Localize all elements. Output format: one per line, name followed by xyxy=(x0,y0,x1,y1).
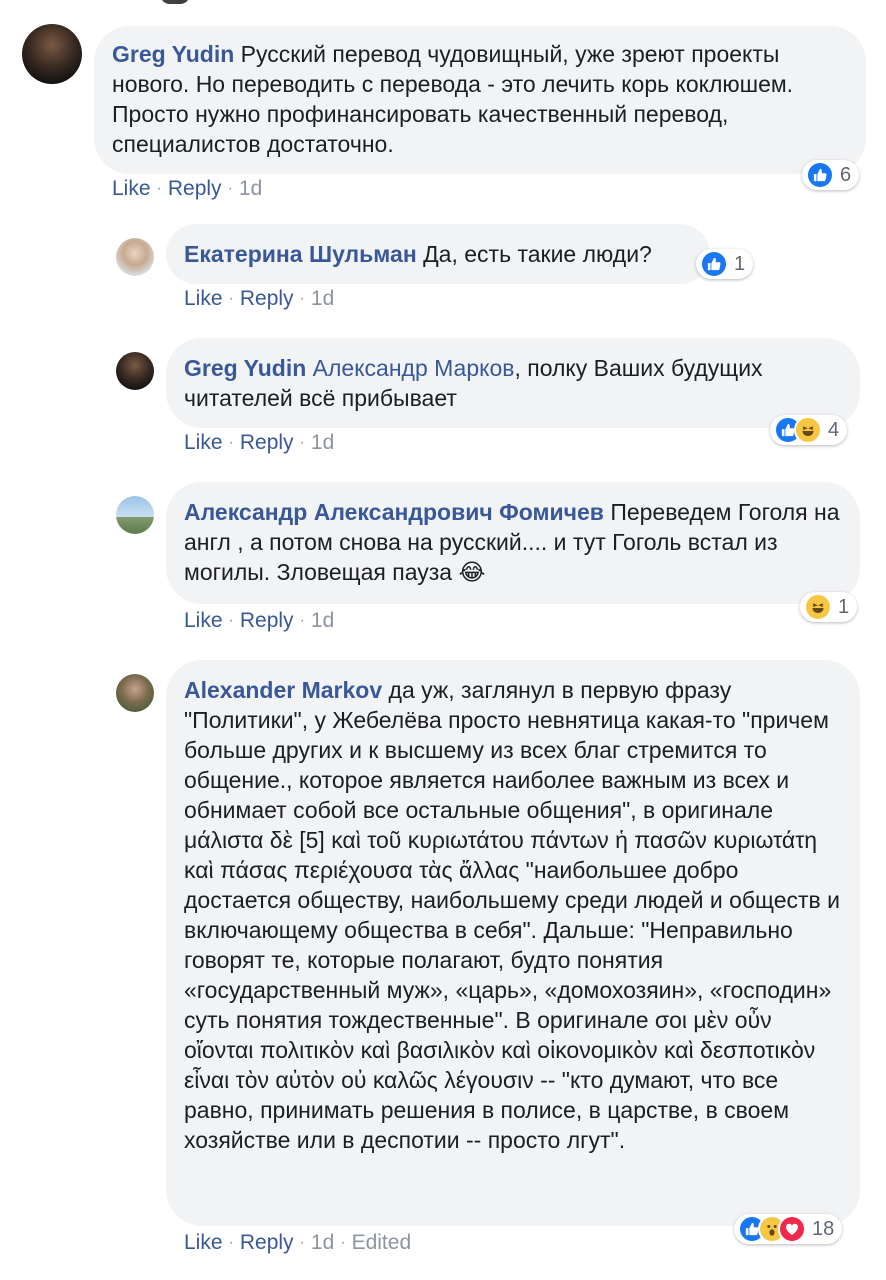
separator-dot: · xyxy=(227,180,233,197)
comment-text: да уж, заглянул в первую фразу "Политики… xyxy=(184,677,840,1153)
like-link[interactable]: Like xyxy=(112,177,151,200)
reaction-summary[interactable]: 1 xyxy=(696,249,754,279)
author-name[interactable]: Александр Александрович Фомичев xyxy=(184,499,604,525)
timestamp[interactable]: 1d xyxy=(311,609,334,632)
comment-actions: Like · Reply · 1d xyxy=(184,609,334,633)
reply-link[interactable]: Reply xyxy=(240,1231,294,1254)
separator-dot: · xyxy=(228,290,234,307)
tears-of-joy-emoji-icon: 😂 xyxy=(458,559,486,585)
like-link[interactable]: Like xyxy=(184,431,223,454)
haha-reaction-icon xyxy=(794,416,822,444)
comment-bubble: Екатерина Шульман Да, есть такие люди? xyxy=(166,224,710,284)
reply-link[interactable]: Reply xyxy=(240,609,294,632)
avatar[interactable] xyxy=(116,352,154,390)
love-reaction-icon xyxy=(778,1215,806,1243)
timestamp[interactable]: 1d xyxy=(311,431,334,454)
reaction-count: 6 xyxy=(840,163,852,186)
avatar[interactable] xyxy=(116,238,154,276)
separator-dot: · xyxy=(299,290,305,307)
like-link[interactable]: Like xyxy=(184,609,223,632)
author-name[interactable]: Greg Yudin xyxy=(112,41,234,67)
avatar[interactable] xyxy=(116,674,154,712)
separator-dot: · xyxy=(228,1234,234,1251)
timestamp[interactable]: 1d xyxy=(239,177,262,200)
comment-actions: Like · Reply · 1d xyxy=(184,431,334,455)
comment-text: Да, есть такие люди? xyxy=(423,241,652,267)
avatar[interactable] xyxy=(116,496,154,534)
cropped-top-fragment xyxy=(160,0,190,4)
like-link[interactable]: Like xyxy=(184,1231,223,1254)
comment-bubble: Greg Yudin Русский перевод чудовищный, у… xyxy=(94,26,866,174)
author-name[interactable]: Екатерина Шульман xyxy=(184,241,417,267)
separator-dot: · xyxy=(228,434,234,451)
comment-actions: Like · Reply · 1d xyxy=(184,287,334,311)
separator-dot: · xyxy=(299,1234,305,1251)
timestamp[interactable]: 1d xyxy=(311,1231,334,1254)
mention-link[interactable]: Александр Марков xyxy=(313,355,515,381)
author-name[interactable]: Greg Yudin xyxy=(184,355,306,381)
reply-link[interactable]: Reply xyxy=(168,177,222,200)
reply-link[interactable]: Reply xyxy=(240,287,294,310)
comment-actions: Like · Reply · 1d · Edited xyxy=(184,1231,411,1255)
timestamp[interactable]: 1d xyxy=(311,287,334,310)
author-name[interactable]: Alexander Markov xyxy=(184,677,382,703)
separator-dot: · xyxy=(340,1234,346,1251)
comment-bubble: Александр Александрович Фомичев Переведе… xyxy=(166,482,860,604)
haha-reaction-icon xyxy=(804,593,832,621)
reaction-summary[interactable]: 18 xyxy=(734,1214,843,1244)
reaction-count: 4 xyxy=(828,418,840,441)
reaction-count: 1 xyxy=(734,252,746,275)
edited-label[interactable]: Edited xyxy=(352,1231,412,1254)
reaction-summary[interactable]: 4 xyxy=(770,415,848,445)
avatar[interactable] xyxy=(22,24,82,84)
comment-actions: Like · Reply · 1d xyxy=(112,177,262,201)
separator-dot: · xyxy=(228,612,234,629)
like-reaction-icon xyxy=(700,250,728,278)
reaction-count: 18 xyxy=(812,1217,835,1240)
separator-dot: · xyxy=(299,434,305,451)
reply-link[interactable]: Reply xyxy=(240,431,294,454)
reaction-count: 1 xyxy=(838,595,850,618)
separator-dot: · xyxy=(299,612,305,629)
separator-dot: · xyxy=(156,180,162,197)
reaction-summary[interactable]: 1 xyxy=(800,592,858,622)
reaction-summary[interactable]: 6 xyxy=(802,160,860,190)
comment-bubble: Greg Yudin Александр Марков, полку Ваших… xyxy=(166,338,860,428)
comment-bubble: Alexander Markov да уж, заглянул в перву… xyxy=(166,660,860,1226)
like-reaction-icon xyxy=(806,161,834,189)
like-link[interactable]: Like xyxy=(184,287,223,310)
